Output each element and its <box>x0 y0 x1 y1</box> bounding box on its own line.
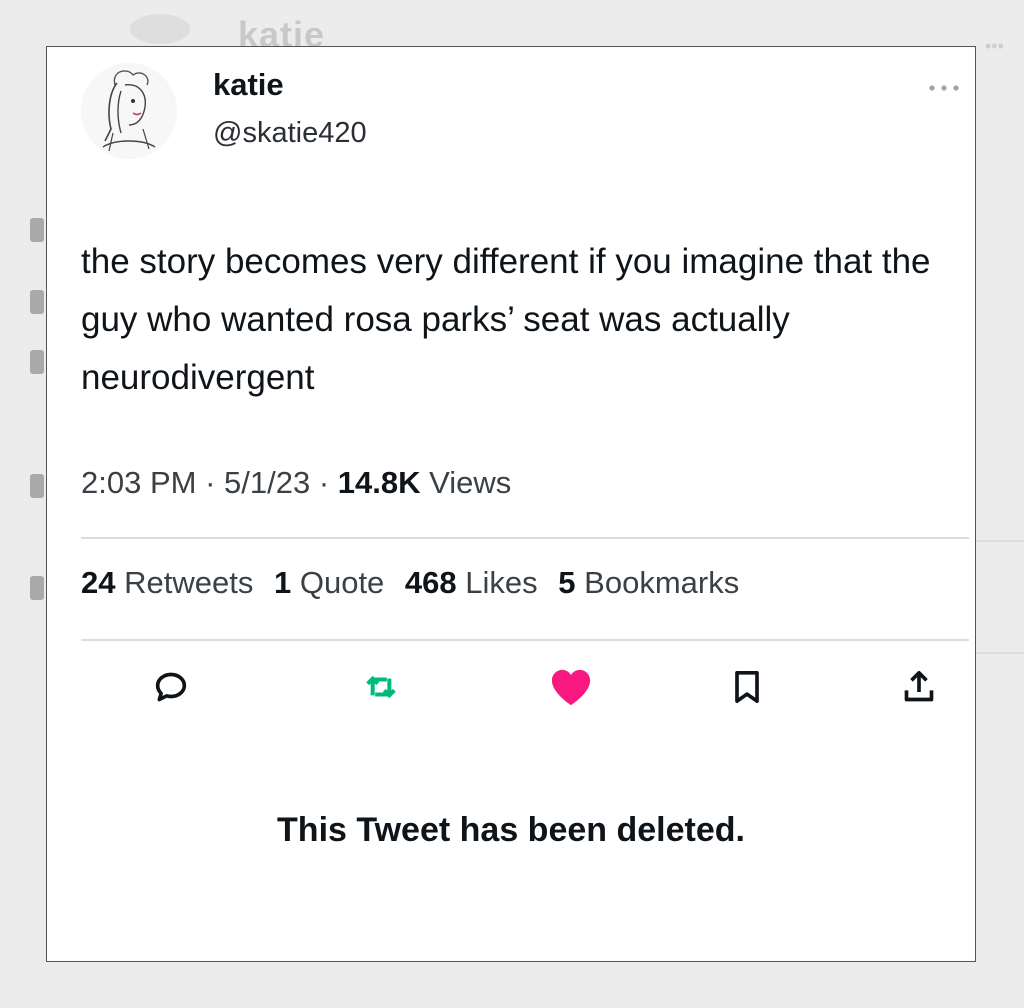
likes-label: Likes <box>465 565 538 600</box>
tweet-text: the story becomes very different if you … <box>81 242 931 397</box>
ghost-avatar <box>130 14 190 44</box>
reply-icon <box>155 672 187 702</box>
background-screenshot: katie <box>60 0 1020 55</box>
tweet-card: katie @skatie420 the story becomes very … <box>46 46 976 962</box>
heart-icon <box>551 669 591 706</box>
likes-count: 468 <box>404 565 457 600</box>
like-button[interactable] <box>543 659 599 715</box>
deleted-notice: This Tweet has been deleted. <box>277 811 745 849</box>
divider <box>81 537 969 539</box>
bookmark-icon <box>735 671 759 703</box>
tweet-meta: 2:03 PM · 5/1/23 · 14.8K Views <box>81 465 511 501</box>
engagement-stats: 24 Retweets 1 Quote 468 Likes 5 Bookmark… <box>81 565 751 601</box>
retweet-icon <box>366 675 396 699</box>
bookmarks-label: Bookmarks <box>584 565 740 600</box>
ghost-mark <box>30 350 44 374</box>
reply-button[interactable] <box>143 659 199 715</box>
more-options-icon[interactable] <box>927 73 961 99</box>
ghost-mark <box>30 218 44 242</box>
avatar-drawing-icon <box>81 63 177 159</box>
meta-separator: · <box>310 465 338 500</box>
tweet-time[interactable]: 2:03 PM <box>81 465 196 500</box>
likes-stat[interactable]: 468 Likes <box>405 565 538 600</box>
ghost-mark <box>30 474 44 498</box>
user-handle[interactable]: @skatie420 <box>213 117 367 150</box>
retweets-stat[interactable]: 24 Retweets <box>81 565 253 600</box>
tweet-date[interactable]: 5/1/23 <box>224 465 310 500</box>
share-button[interactable] <box>891 659 947 715</box>
meta-separator: · <box>196 465 225 500</box>
quotes-label: Quote <box>299 565 385 600</box>
bookmarks-stat[interactable]: 5 Bookmarks <box>558 565 739 600</box>
ghost-divider <box>974 540 1024 542</box>
avatar[interactable] <box>81 63 177 159</box>
bookmarks-count: 5 <box>558 565 576 600</box>
ghost-more-icon: ••• <box>985 36 1004 56</box>
views-count: 14.8K <box>337 465 421 500</box>
action-bar <box>127 659 934 719</box>
retweets-label: Retweets <box>124 565 254 600</box>
share-icon <box>904 671 934 702</box>
display-name[interactable]: katie <box>213 67 284 103</box>
retweet-button[interactable] <box>353 659 409 715</box>
ghost-divider <box>974 652 1024 654</box>
views-label: Views <box>429 465 512 500</box>
bookmark-button[interactable] <box>719 659 775 715</box>
quotes-stat[interactable]: 1 Quote <box>274 565 384 600</box>
ghost-mark <box>30 576 44 600</box>
quotes-count: 1 <box>273 565 292 600</box>
ghost-mark <box>30 290 44 314</box>
retweets-count: 24 <box>81 565 116 600</box>
divider <box>81 639 969 641</box>
